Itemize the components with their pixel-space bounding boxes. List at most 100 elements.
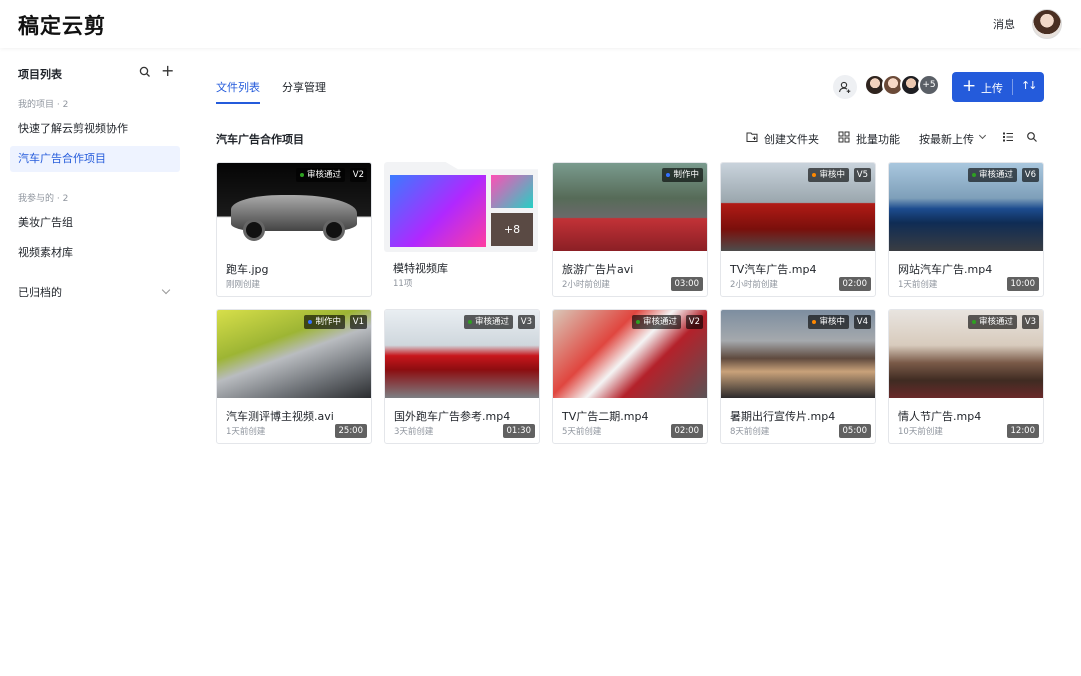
batch-icon[interactable] <box>838 131 850 143</box>
more-collaborators-badge[interactable]: +5 <box>918 74 940 96</box>
sidebar: 项目列表 + 我的项目 · 2 快速了解云剪视频协作 汽车广告合作项目 我参与的… <box>0 48 195 676</box>
file-card[interactable]: 审核中 V5 02:00 TV汽车广告.mp4 2小时前创建 <box>720 162 876 297</box>
file-meta: 2小时前创建 <box>562 280 610 290</box>
version-badge: V1 <box>349 315 367 329</box>
thumbnail <box>553 310 707 398</box>
folder-meta: 11项 <box>393 279 413 289</box>
thumbnail <box>217 163 371 251</box>
status-dot-icon <box>812 319 817 324</box>
search-icon[interactable] <box>1026 131 1038 143</box>
status-dot-icon <box>308 319 313 324</box>
status-dot-icon <box>635 319 640 324</box>
thumbnail <box>889 163 1043 251</box>
new-folder-icon[interactable] <box>746 131 758 143</box>
add-user-icon <box>838 81 851 93</box>
file-name: 跑车.jpg <box>226 263 269 276</box>
sort-dropdown[interactable]: 按最新上传 <box>919 131 974 147</box>
sidebar-item-makeup-ad[interactable]: 美妆广告组 <box>10 210 180 236</box>
thumbnail <box>889 310 1043 398</box>
sidebar-item-quick-start[interactable]: 快速了解云剪视频协作 <box>10 116 180 142</box>
thumbnail <box>721 163 875 251</box>
app-logo[interactable]: 稿定云剪 <box>18 10 106 40</box>
version-badge: V4 <box>853 315 871 329</box>
version-badge: V2 <box>685 315 703 329</box>
file-name: TV汽车广告.mp4 <box>730 263 817 276</box>
status-badge: 审核通过 <box>463 315 513 329</box>
file-card[interactable]: 审核通过 V6 10:00 网站汽车广告.mp4 1天前创建 <box>888 162 1044 297</box>
file-name: 网站汽车广告.mp4 <box>898 263 993 276</box>
file-meta: 5天前创建 <box>562 427 602 437</box>
version-badge: V3 <box>517 315 535 329</box>
duration-badge: 03:00 <box>670 277 703 291</box>
file-card[interactable]: 审核通过 V2 跑车.jpg 刚刚创建 <box>216 162 372 297</box>
file-card[interactable]: 审核通过 V3 12:00 情人节广告.mp4 10天前创建 <box>888 309 1044 444</box>
list-view-icon[interactable] <box>1002 131 1014 143</box>
create-folder-button[interactable]: 创建文件夹 <box>764 131 819 147</box>
invite-member-button[interactable] <box>833 75 857 99</box>
upload-label: 上传 <box>981 82 1003 95</box>
duration-badge: 02:00 <box>670 424 703 438</box>
top-bar: 稿定云剪 消息 <box>0 0 1081 48</box>
batch-actions-button[interactable]: 批量功能 <box>856 131 900 147</box>
upload-button[interactable]: + 上传 ↑↓ <box>952 72 1044 102</box>
file-name: TV广告二期.mp4 <box>562 410 649 423</box>
status-badge: 制作中 <box>304 315 345 329</box>
joined-projects-group: 我参与的 · 2 <box>18 194 69 204</box>
version-badge: V6 <box>1021 168 1039 182</box>
tab-file-list[interactable]: 文件列表 <box>216 79 260 104</box>
file-meta: 10天前创建 <box>898 427 943 437</box>
file-meta: 3天前创建 <box>394 427 434 437</box>
file-card[interactable]: 制作中 03:00 旅游广告片avi 2小时前创建 <box>552 162 708 297</box>
file-meta: 1天前创建 <box>226 427 266 437</box>
chevron-down-icon[interactable] <box>978 131 987 140</box>
status-badge: 审核通过 <box>967 168 1017 182</box>
thumbnail <box>385 310 539 398</box>
version-badge: V2 <box>349 168 367 182</box>
status-dot-icon <box>971 172 976 177</box>
search-icon[interactable] <box>138 65 152 79</box>
duration-badge: 12:00 <box>1006 424 1039 438</box>
messages-link[interactable]: 消息 <box>993 16 1015 32</box>
sidebar-item-archived[interactable]: 已归档的 <box>10 280 180 306</box>
add-project-icon[interactable]: + <box>161 63 174 79</box>
status-dot-icon <box>467 319 472 324</box>
status-badge: 审核通过 <box>631 315 681 329</box>
file-card[interactable]: 审核通过 V3 01:30 国外跑车广告参考.mp4 3天前创建 <box>384 309 540 444</box>
file-meta: 1天前创建 <box>898 280 938 290</box>
status-dot-icon <box>666 172 671 177</box>
status-badge: 审核通过 <box>295 168 345 182</box>
folder-more-count: +8 <box>491 213 533 246</box>
thumbnail <box>721 310 875 398</box>
sidebar-item-car-ad-project[interactable]: 汽车广告合作项目 <box>10 146 180 172</box>
file-card[interactable]: 审核通过 V2 02:00 TV广告二期.mp4 5天前创建 <box>552 309 708 444</box>
status-dot-icon <box>299 172 304 177</box>
duration-badge: 01:30 <box>502 424 535 438</box>
version-badge: V3 <box>1021 315 1039 329</box>
duration-badge: 10:00 <box>1006 277 1039 291</box>
status-badge: 制作中 <box>662 168 703 182</box>
project-title: 汽车广告合作项目 <box>216 133 304 146</box>
tab-share-management[interactable]: 分享管理 <box>282 79 326 102</box>
file-card[interactable]: 制作中 V1 25:00 汽车测评博主视频.avi 1天前创建 <box>216 309 372 444</box>
duration-badge: 02:00 <box>838 277 871 291</box>
file-name: 暑期出行宣传片.mp4 <box>730 410 836 423</box>
file-card[interactable]: 审核中 V4 05:00 暑期出行宣传片.mp4 8天前创建 <box>720 309 876 444</box>
file-name: 情人节广告.mp4 <box>898 410 982 423</box>
status-badge: 审核中 <box>808 168 849 182</box>
sidebar-title: 项目列表 <box>18 68 62 81</box>
transfer-icon[interactable]: ↑↓ <box>1021 79 1038 92</box>
sidebar-item-video-library[interactable]: 视频素材库 <box>10 240 180 266</box>
file-name: 国外跑车广告参考.mp4 <box>394 410 511 423</box>
file-meta: 2小时前创建 <box>730 280 778 290</box>
duration-badge: 05:00 <box>838 424 871 438</box>
plus-icon: + <box>962 76 977 96</box>
duration-badge: 25:00 <box>334 424 367 438</box>
thumbnail <box>217 310 371 398</box>
status-badge: 审核通过 <box>967 315 1017 329</box>
folder-card[interactable]: +8 模特视频库 11项 <box>384 162 540 297</box>
version-badge: V5 <box>853 168 871 182</box>
file-name: 汽车测评博主视频.avi <box>226 410 334 423</box>
user-avatar[interactable] <box>1032 9 1062 39</box>
status-badge: 审核中 <box>808 315 849 329</box>
file-name: 旅游广告片avi <box>562 263 634 276</box>
